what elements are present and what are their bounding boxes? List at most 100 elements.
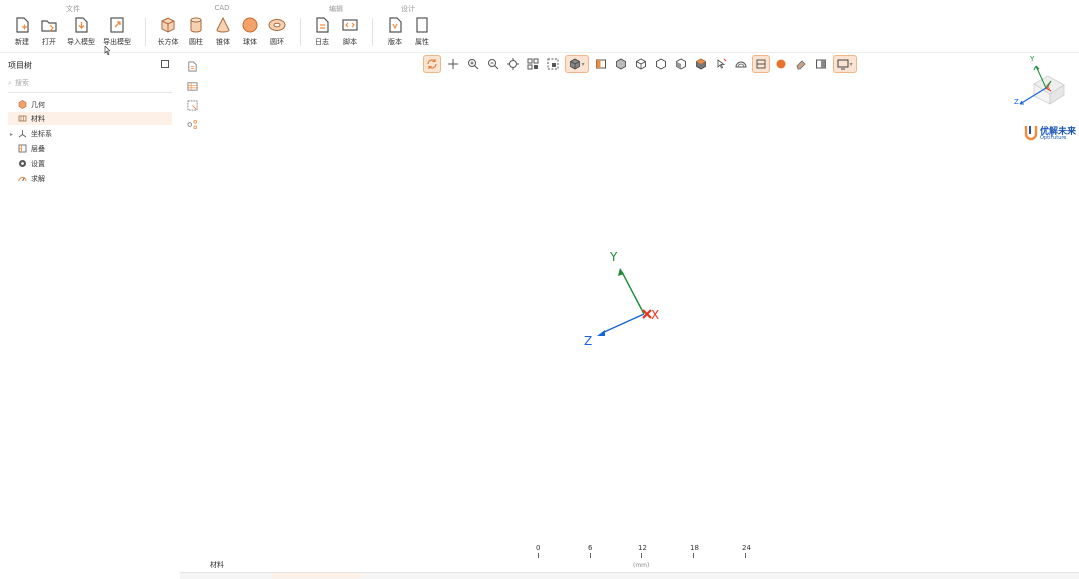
cube-outline-icon: [656, 58, 666, 70]
tree-item-label: 材料: [31, 114, 45, 123]
cone-icon: [216, 16, 230, 33]
open-label: 打开: [42, 38, 56, 46]
iso-view-button-2[interactable]: [632, 55, 650, 73]
log-icon: [316, 17, 329, 33]
log-label: 日志: [315, 38, 329, 46]
rotate-view-button[interactable]: [423, 55, 441, 73]
ribbon-separator: [372, 18, 373, 46]
zoom-window-button[interactable]: [524, 55, 542, 73]
box-select-icon: [547, 58, 559, 70]
panel-restore-icon[interactable]: [161, 60, 169, 68]
tree-item-material[interactable]: 材料: [8, 112, 172, 125]
tree-item-solve[interactable]: 求解: [8, 172, 172, 185]
pan-icon: [448, 59, 458, 69]
chevron-down-icon: ▾: [581, 60, 585, 68]
script-icon: [342, 19, 358, 31]
open-button[interactable]: 打开: [32, 16, 66, 50]
zoom-window-icon: [527, 58, 539, 70]
cube-shaded-icon: [616, 58, 626, 70]
ribbon-group-file-title: 文件: [66, 5, 80, 13]
ruler-tick-label: 12: [638, 544, 647, 552]
table-icon[interactable]: [185, 79, 199, 93]
version-icon: [389, 17, 402, 33]
import-icon: [75, 17, 88, 33]
tree-item-geometry[interactable]: 几何: [8, 98, 172, 111]
material-render-button[interactable]: [792, 55, 810, 73]
tree-item-stackup[interactable]: 层叠: [8, 142, 172, 155]
box-icon: [161, 17, 175, 33]
search-placeholder: 搜索: [14, 79, 29, 87]
solve-icon: [18, 174, 27, 183]
torus-button[interactable]: 圆环: [260, 16, 294, 50]
optifuture-logo: 优解未来 OptiFuture: [1024, 124, 1078, 144]
ruler-tick: [590, 553, 591, 558]
torus-label: 圆环: [270, 38, 284, 46]
tree-item-label: 几何: [31, 100, 45, 109]
view-cube-dropdown[interactable]: ▾: [565, 55, 589, 73]
script-label: 脚本: [343, 38, 357, 46]
z-axis-arrow-icon: [597, 330, 605, 336]
tree-item-settings[interactable]: 设置: [8, 157, 172, 170]
ruler-tick-label: 0: [536, 544, 541, 552]
ruler-unit: (mm): [633, 562, 650, 569]
measure-button[interactable]: [732, 55, 750, 73]
viewport-toolbar: ▾ ▾: [423, 55, 857, 73]
zoom-in-button[interactable]: [464, 55, 482, 73]
iso-view-button-1[interactable]: [612, 55, 630, 73]
tree-item-label: 求解: [31, 174, 45, 183]
project-tree-search[interactable]: ⌕ 搜索: [8, 78, 172, 93]
iso-view-button-3[interactable]: [652, 55, 670, 73]
script-button[interactable]: 脚本: [333, 16, 367, 50]
stackup-icon: [18, 144, 27, 153]
material-icon: [18, 114, 27, 123]
grid-select-icon[interactable]: [185, 98, 199, 112]
new-file-icon: [16, 17, 29, 33]
front-view-icon: [596, 59, 606, 69]
view-cube-widget[interactable]: Y Z X: [1010, 54, 1074, 112]
project-tree-title: 项目树: [8, 61, 32, 70]
bottom-tab-material[interactable]: 材料: [210, 560, 224, 570]
document-icon[interactable]: [185, 59, 199, 73]
select-mode-button[interactable]: [712, 55, 730, 73]
section-view-button[interactable]: [752, 55, 770, 73]
origin-axes: [597, 268, 652, 336]
view-cube-x-label: X: [1046, 84, 1051, 91]
export-icon: [110, 17, 124, 33]
tree-item-label: 层叠: [31, 144, 45, 153]
view-cube-icon: [1019, 65, 1065, 105]
pan-button[interactable]: [444, 55, 462, 73]
new-label: 新建: [15, 38, 29, 46]
iso-view-button-4[interactable]: [672, 55, 690, 73]
front-view-button[interactable]: [592, 55, 610, 73]
tree-item-coordinate-system[interactable]: 坐标系: [8, 127, 172, 140]
properties-icon: [416, 17, 428, 33]
ribbon-group-edit-title: 编辑: [329, 5, 343, 13]
bottom-active-tab[interactable]: [272, 573, 362, 578]
zoom-fit-button[interactable]: [504, 55, 522, 73]
properties-button[interactable]: 属性: [405, 16, 439, 50]
shading-button[interactable]: [772, 55, 790, 73]
transparency-button[interactable]: [812, 55, 830, 73]
cube-top-orange-icon: [696, 58, 706, 70]
import-model-button[interactable]: 导入模型: [64, 16, 98, 50]
shaded-sphere-icon: [776, 59, 786, 69]
target-icon: [507, 58, 519, 70]
box-label: 长方体: [157, 38, 179, 46]
transparency-icon: [816, 59, 826, 69]
box-select-button[interactable]: [544, 55, 562, 73]
ribbon-group-cad-title: CAD: [214, 4, 230, 12]
zoom-out-button[interactable]: [484, 55, 502, 73]
logo-text-en: OptiFuture: [1040, 135, 1067, 141]
section-plane-icon: [756, 59, 766, 69]
geometry-icon: [18, 100, 27, 109]
iso-view-button-5[interactable]: [692, 55, 710, 73]
cylinder-icon: [190, 17, 202, 33]
display-mode-dropdown[interactable]: ▾: [833, 55, 857, 73]
x-axis-marker-icon: [642, 309, 652, 319]
tree-item-label: 设置: [31, 159, 45, 168]
torus-icon: [268, 19, 286, 31]
connection-icon[interactable]: [185, 117, 199, 131]
ruler-tick: [693, 553, 694, 558]
logo-mark-icon: [1024, 126, 1038, 141]
z-axis-line: [601, 313, 645, 334]
